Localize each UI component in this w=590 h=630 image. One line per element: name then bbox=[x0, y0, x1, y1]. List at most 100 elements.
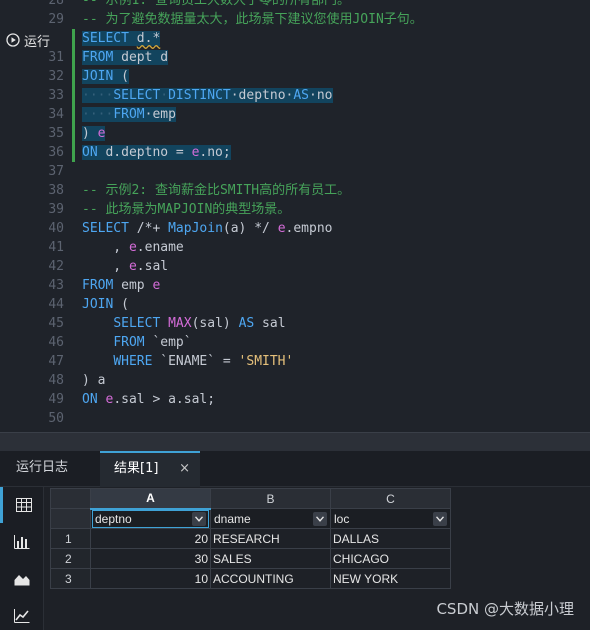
code-line[interactable]: 48) a bbox=[0, 371, 590, 390]
cell-dname[interactable]: SALES bbox=[210, 548, 331, 569]
code-line[interactable]: 38 -- 示例2: 查询薪金比SMITH高的所有员工。 bbox=[0, 181, 590, 200]
code-line[interactable]: 42 , e.sal bbox=[0, 257, 590, 276]
table-row[interactable]: 3 10 ACCOUNTING NEW YORK bbox=[50, 568, 451, 589]
code-text[interactable]: FROM dept d bbox=[82, 48, 169, 67]
cell-dname[interactable]: ACCOUNTING bbox=[210, 568, 331, 589]
cell-loc[interactable]: CHICAGO bbox=[330, 548, 451, 569]
code-text[interactable]: ON d.deptno = e.no; bbox=[82, 143, 231, 162]
code-line[interactable]: 45 SELECT MAX(sal) AS sal bbox=[0, 314, 590, 333]
line-number: 42 bbox=[48, 259, 64, 274]
table-row[interactable]: 2 30 SALES CHICAGO bbox=[50, 548, 451, 569]
line-number: 35 bbox=[48, 126, 64, 141]
tab-result-1[interactable]: 结果[1] × bbox=[100, 451, 200, 487]
code-line[interactable]: 41 , e.ename bbox=[0, 238, 590, 257]
field-header-deptno[interactable]: deptno bbox=[90, 508, 211, 529]
column-letter-c[interactable]: C bbox=[330, 488, 451, 509]
cell-deptno[interactable]: 10 bbox=[90, 568, 211, 589]
code-text[interactable]: FROM emp e bbox=[82, 276, 160, 295]
code-line[interactable]: 32 JOIN ( bbox=[0, 67, 590, 86]
row-number[interactable]: 3 bbox=[50, 568, 91, 589]
code-line[interactable]: 31 FROM dept d bbox=[0, 48, 590, 67]
line-number: 44 bbox=[48, 297, 64, 312]
chevron-down-icon[interactable] bbox=[192, 511, 206, 526]
cell-deptno[interactable]: 30 bbox=[90, 548, 211, 569]
code-text[interactable]: ) a bbox=[82, 371, 105, 390]
tab-run-log-label: 运行日志 bbox=[16, 460, 69, 475]
code-text[interactable]: SELECT MAX(sal) AS sal bbox=[82, 314, 285, 333]
row-number[interactable]: 1 bbox=[50, 528, 91, 549]
field-header-loc[interactable]: loc bbox=[330, 508, 451, 529]
code-text[interactable]: SELECT d.* bbox=[82, 29, 161, 48]
cell-dname[interactable]: RESEARCH bbox=[210, 528, 331, 549]
code-line[interactable]: 39 -- 此场景为MAPJOIN的典型场景。 bbox=[0, 200, 590, 219]
tab-result-label: 结果[1] bbox=[114, 461, 159, 476]
code-text[interactable]: -- 为了避免数据量太大，此场景下建议您使用JOIN子句。 bbox=[82, 10, 423, 29]
field-row-corner bbox=[50, 508, 91, 529]
run-button[interactable]: 运行 bbox=[6, 30, 70, 50]
panel-splitter[interactable] bbox=[0, 432, 590, 451]
area-chart-button[interactable] bbox=[0, 561, 44, 597]
tab-run-log[interactable]: 运行日志 bbox=[0, 451, 90, 487]
line-number: 41 bbox=[48, 240, 64, 255]
code-line[interactable]: 29 -- 为了避免数据量太大，此场景下建议您使用JOIN子句。 bbox=[0, 10, 590, 29]
code-line[interactable]: 30SELECT d.* bbox=[0, 29, 590, 48]
column-letter-a[interactable]: A bbox=[90, 488, 211, 510]
cell-loc[interactable]: NEW YORK bbox=[330, 568, 451, 589]
area-chart-icon bbox=[14, 575, 30, 586]
chevron-down-icon[interactable] bbox=[313, 511, 327, 526]
code-line[interactable]: 37 bbox=[0, 162, 590, 181]
code-text[interactable]: -- 此场景为MAPJOIN的典型场景。 bbox=[82, 200, 290, 219]
selection-marker bbox=[72, 105, 75, 124]
field-name: loc bbox=[334, 511, 350, 526]
table-view-button[interactable] bbox=[0, 487, 44, 523]
code-line[interactable]: 34 ····FROM·emp bbox=[0, 105, 590, 124]
code-line[interactable]: 43 FROM emp e bbox=[0, 276, 590, 295]
bar-chart-button[interactable] bbox=[0, 524, 44, 560]
line-number: 34 bbox=[48, 107, 64, 122]
code-text[interactable]: JOIN ( bbox=[82, 295, 129, 314]
code-text[interactable]: WHERE `ENAME` = 'SMITH' bbox=[82, 352, 293, 371]
code-line[interactable]: 50 bbox=[0, 409, 590, 428]
chevron-down-icon[interactable] bbox=[433, 511, 447, 526]
row-number[interactable]: 2 bbox=[50, 548, 91, 569]
cell-deptno[interactable]: 20 bbox=[90, 528, 211, 549]
selection-marker bbox=[72, 29, 75, 48]
line-number: 38 bbox=[48, 183, 64, 198]
code-text[interactable]: ····FROM·emp bbox=[82, 105, 176, 124]
code-line[interactable]: 49 ON e.sal > a.sal; bbox=[0, 390, 590, 409]
sql-editor[interactable]: 28 -- 示例1: 查询员工大数大于零的所有部门。 29 -- 为了避免数据量太大，… bbox=[0, 0, 590, 432]
watermark: CSDN @大数据小理 bbox=[436, 600, 574, 618]
line-number: 47 bbox=[48, 354, 64, 369]
code-line[interactable]: 44 JOIN ( bbox=[0, 295, 590, 314]
code-line[interactable]: 36 ON d.deptno = e.no; bbox=[0, 143, 590, 162]
line-number: 50 bbox=[48, 411, 64, 426]
line-number: 43 bbox=[48, 278, 64, 293]
cell-loc[interactable]: DALLAS bbox=[330, 528, 451, 549]
code-text[interactable]: FROM `emp` bbox=[82, 333, 191, 352]
result-panel-tabs: 运行日志 结果[1] × bbox=[0, 451, 590, 487]
code-line[interactable]: 28 -- 示例1: 查询员工大数大于零的所有部门。 bbox=[0, 0, 590, 10]
code-text[interactable]: -- 示例2: 查询薪金比SMITH高的所有员工。 bbox=[82, 181, 350, 200]
code-text[interactable]: ) e bbox=[82, 124, 106, 143]
grid-corner[interactable] bbox=[50, 488, 91, 509]
code-text[interactable]: ····SELECT·DISTINCT·deptno·AS·no bbox=[82, 86, 333, 105]
code-text[interactable]: SELECT /*+ MapJoin(a) */ e.empno bbox=[82, 219, 333, 238]
code-text[interactable]: JOIN ( bbox=[82, 67, 129, 86]
code-line[interactable]: 35 ) e bbox=[0, 124, 590, 143]
code-line[interactable]: 33 ····SELECT·DISTINCT·deptno·AS·no bbox=[0, 86, 590, 105]
code-line[interactable]: 47 WHERE `ENAME` = 'SMITH' bbox=[0, 352, 590, 371]
code-line[interactable]: 46 FROM `emp` bbox=[0, 333, 590, 352]
code-text[interactable]: -- 示例1: 查询员工大数大于零的所有部门。 bbox=[82, 0, 350, 10]
run-button-label: 运行 bbox=[24, 34, 51, 50]
result-view-sidebar bbox=[0, 487, 44, 630]
table-row[interactable]: 1 20 RESEARCH DALLAS bbox=[50, 528, 451, 549]
code-text[interactable]: ON e.sal > a.sal; bbox=[82, 390, 215, 409]
code-text[interactable]: , e.sal bbox=[82, 257, 168, 276]
field-header-dname[interactable]: dname bbox=[210, 508, 331, 529]
column-letter-b[interactable]: B bbox=[210, 488, 331, 509]
code-line[interactable]: 40 SELECT /*+ MapJoin(a) */ e.empno bbox=[0, 219, 590, 238]
code-text[interactable]: , e.ename bbox=[82, 238, 183, 257]
line-number: 46 bbox=[48, 335, 64, 350]
close-icon[interactable]: × bbox=[179, 453, 190, 485]
line-chart-button[interactable] bbox=[0, 598, 44, 630]
